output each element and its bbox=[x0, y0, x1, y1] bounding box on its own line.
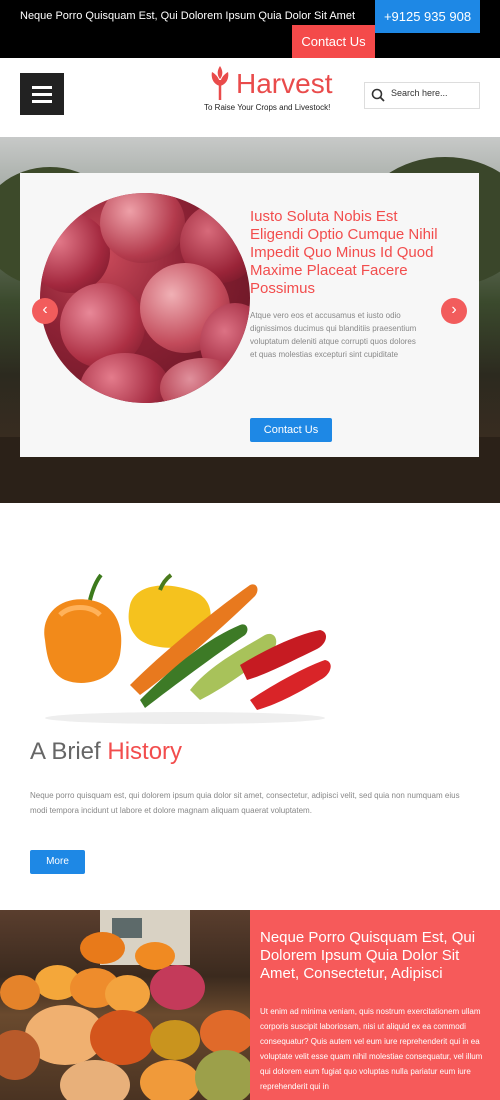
history-heading-part-1: A Brief bbox=[30, 738, 101, 765]
search-input[interactable] bbox=[391, 88, 475, 98]
logo-text: Harvest bbox=[236, 68, 333, 99]
search-box bbox=[364, 82, 480, 109]
hamburger-icon[interactable] bbox=[20, 73, 64, 115]
more-button[interactable]: More bbox=[30, 850, 85, 874]
vegetables-image bbox=[44, 573, 331, 724]
apples-image bbox=[40, 193, 250, 403]
pumpkins-image bbox=[0, 910, 250, 1100]
logo-tagline: To Raise Your Crops and Livestock! bbox=[204, 103, 331, 112]
slide-contact-button[interactable]: Contact Us bbox=[250, 418, 332, 442]
phone-link[interactable]: +9125 935 908 bbox=[375, 0, 480, 33]
feature-text: Ut enim ad minima veniam, quis nostrum e… bbox=[260, 1007, 483, 1091]
slide-text: Atque vero eos et accusamus et iusto odi… bbox=[250, 311, 417, 359]
slide-title: Iusto Soluta Nobis Est Eligendi Optio Cu… bbox=[250, 208, 438, 297]
search-icon[interactable] bbox=[371, 88, 385, 102]
history-heading: A Brief History bbox=[30, 738, 182, 766]
slider-next-arrow-icon[interactable]: › bbox=[441, 298, 467, 324]
wheat-icon bbox=[211, 66, 229, 100]
top-bar-text: Neque Porro Quisquam Est, Qui Dolorem Ip… bbox=[20, 10, 356, 22]
feature-title: Neque Porro Quisquam Est, Qui Dolorem Ip… bbox=[260, 929, 476, 982]
history-text: Neque porro quisquam est, qui dolorem ip… bbox=[30, 791, 460, 815]
slider-prev-arrow-icon[interactable]: ‹ bbox=[32, 298, 58, 324]
contact-us-top-button[interactable]: Contact Us bbox=[292, 25, 375, 58]
logo[interactable]: Harvest To Raise Your Crops and Livestoc… bbox=[200, 66, 355, 116]
history-heading-part-2: History bbox=[107, 738, 183, 765]
